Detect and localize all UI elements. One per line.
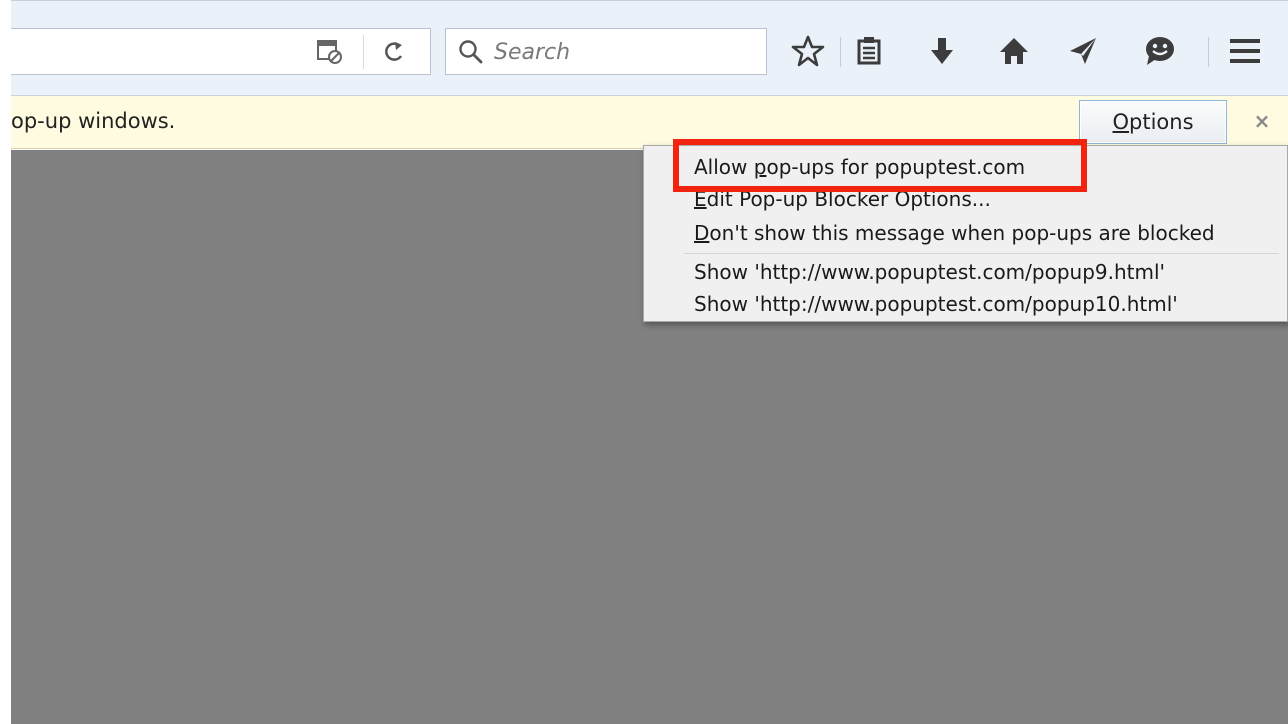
menu-item-accesskey: E [694,187,707,211]
toolbar-separator [1208,37,1209,67]
menu-item-allow-popups[interactable]: Allow pop-ups for popuptest.com [694,154,1025,180]
options-button[interactable]: Options [1079,100,1227,144]
options-accesskey: O [1112,110,1130,134]
url-bar[interactable] [11,28,431,75]
url-bar-separator [363,35,364,69]
menu-item-accesskey: p [753,155,767,179]
menu-item-text: Show 'http://www.popuptest.com/popup10.h… [694,292,1178,316]
menu-item-text: Show 'http://www.popuptest.com/popup9.ht… [694,260,1166,284]
download-arrow-icon[interactable] [922,31,962,71]
hamburger-menu-icon[interactable] [1225,31,1265,71]
search-bar[interactable] [445,28,767,75]
menu-item-text: op-ups for popuptest.com [766,155,1026,179]
notification-message: op-up windows. [11,109,176,133]
star-icon[interactable] [788,31,828,71]
chat-smile-icon[interactable] [1140,31,1180,71]
options-label-rest: ptions [1129,110,1194,134]
menu-item-text: dit Pop-up Blocker Options... [706,187,991,211]
reading-list-icon[interactable] [849,31,889,71]
search-input[interactable] [494,35,756,69]
navigation-toolbar [11,0,1288,96]
menu-item-edit-options[interactable]: Edit Pop-up Blocker Options... [694,186,991,212]
send-icon[interactable] [1063,31,1103,71]
search-icon [458,39,484,65]
menu-item-show-popup9[interactable]: Show 'http://www.popuptest.com/popup9.ht… [694,259,1165,285]
menu-separator [684,253,1279,254]
browser-window: op-up windows. Options × Allow pop-ups f… [0,0,1288,724]
close-icon[interactable]: × [1247,106,1277,136]
options-popup-menu: Allow pop-ups for popuptest.com Edit Pop… [643,145,1288,322]
menu-item-dont-show[interactable]: Don't show this message when pop-ups are… [694,220,1215,246]
home-icon[interactable] [994,31,1034,71]
menu-item-show-popup10[interactable]: Show 'http://www.popuptest.com/popup10.h… [694,291,1178,317]
toolbar-separator [840,37,841,67]
page-identity-icon[interactable] [314,38,346,66]
window-edge [0,0,11,724]
popup-blocked-notification: op-up windows. Options × [11,96,1288,149]
reload-icon[interactable] [378,38,410,66]
menu-item-text: Allow [694,155,754,179]
menu-item-accesskey: D [694,221,710,245]
menu-item-text: on't show this message when pop-ups are … [709,221,1215,245]
